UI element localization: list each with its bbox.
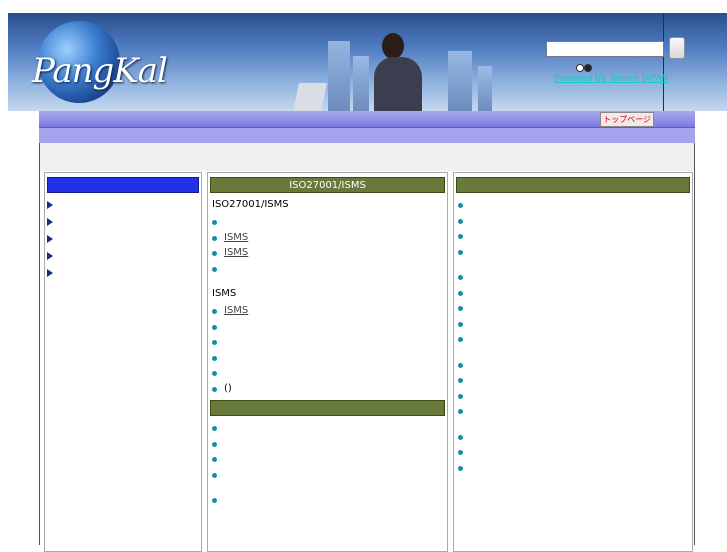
right-column [453, 172, 693, 552]
list-item[interactable] [454, 405, 692, 421]
menu-item[interactable] [45, 199, 201, 216]
header-banner: PangKal Powered by Yahoo! JAPAN [8, 13, 727, 111]
list-item[interactable]: () [208, 383, 447, 399]
list-item[interactable] [208, 352, 447, 368]
list-item[interactable] [454, 431, 692, 447]
yahoo-credit-link[interactable]: Powered by Yahoo! JAPAN [554, 74, 668, 84]
search-scope-radios[interactable] [576, 63, 592, 73]
list-item[interactable] [208, 321, 447, 337]
laptop-graphic [293, 83, 327, 111]
page-title-bar [40, 143, 694, 171]
list-item[interactable] [454, 446, 692, 462]
radio-site[interactable] [576, 63, 584, 72]
middle-column: ISO27001/ISMS ISO27001/ISMS ISMS ISMS IS… [207, 172, 448, 552]
list-item[interactable]: ISMS [208, 232, 447, 248]
list-item[interactable] [208, 216, 447, 232]
list-item[interactable] [454, 302, 692, 318]
list-item[interactable] [454, 246, 692, 262]
section-title: ISMS [212, 288, 237, 299]
list-item[interactable] [208, 438, 447, 454]
menu-item[interactable] [45, 267, 201, 284]
second-heading [210, 400, 445, 416]
list-item[interactable] [208, 453, 447, 469]
search-button[interactable] [669, 37, 685, 59]
menu-item[interactable] [45, 216, 201, 233]
section-title: ISO27001/ISMS [212, 199, 289, 210]
tab-top-page[interactable]: トップページ [600, 112, 654, 127]
list-item[interactable] [454, 390, 692, 406]
isms-heading: ISO27001/ISMS [210, 177, 445, 193]
list-item[interactable] [208, 469, 447, 485]
list-item[interactable] [454, 374, 692, 390]
right-heading [456, 177, 690, 193]
list-item[interactable] [454, 287, 692, 303]
list-item[interactable] [454, 230, 692, 246]
content-area: ISO27001/ISMS ISO27001/ISMS ISMS ISMS IS… [39, 143, 695, 552]
list-item[interactable] [208, 494, 447, 510]
left-menu [44, 172, 202, 552]
list-item[interactable]: ISMS [208, 305, 447, 321]
list-item[interactable] [454, 462, 692, 478]
menu-item[interactable] [45, 250, 201, 267]
list-item[interactable] [208, 422, 447, 438]
menu-item[interactable] [45, 233, 201, 250]
radio-web[interactable] [584, 63, 592, 72]
list-item[interactable] [208, 367, 447, 383]
list-item[interactable] [454, 359, 692, 375]
list-item[interactable] [208, 263, 447, 279]
banner-photo [368, 33, 438, 111]
nav-bar: トップページ [39, 111, 695, 128]
ribbon [39, 128, 695, 143]
list-item[interactable] [454, 215, 692, 231]
list-item[interactable]: ISMS [208, 247, 447, 263]
list-item[interactable] [208, 336, 447, 352]
list-item[interactable] [454, 318, 692, 334]
list-item[interactable] [454, 199, 692, 215]
search-input[interactable] [546, 41, 664, 57]
menu-heading [47, 177, 199, 193]
list-item[interactable] [454, 333, 692, 349]
site-logo[interactable]: PangKal [32, 51, 168, 91]
list-item[interactable] [454, 271, 692, 287]
